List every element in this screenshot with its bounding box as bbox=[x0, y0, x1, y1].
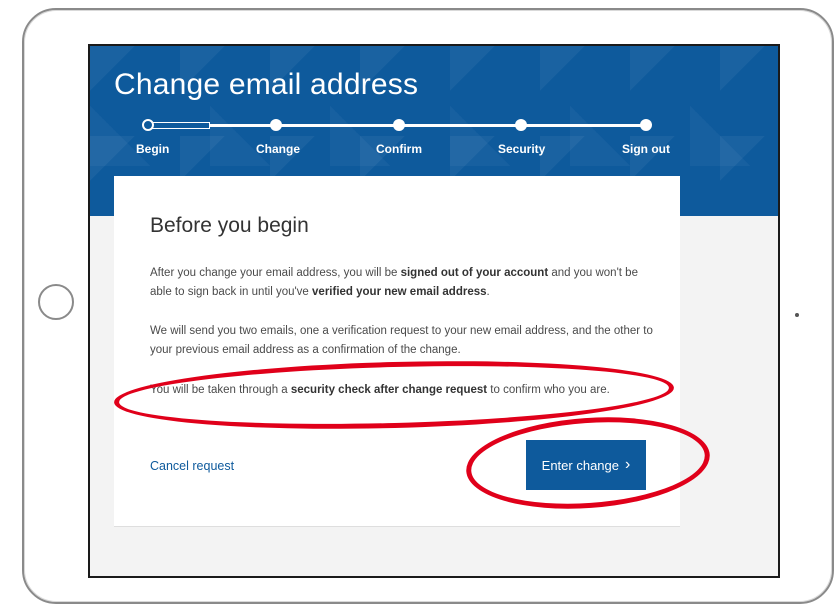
emphasis-verified-email: verified your new email address bbox=[312, 286, 487, 298]
text: . bbox=[486, 286, 490, 298]
home-button[interactable] bbox=[38, 284, 74, 320]
step-dot-change bbox=[270, 119, 282, 131]
paragraph-signout-warning: After you change your email address, you… bbox=[150, 264, 660, 302]
step-dot-begin bbox=[142, 119, 154, 131]
enter-change-label: Enter change bbox=[541, 457, 619, 473]
step-label-confirm: Confirm bbox=[376, 142, 422, 156]
emphasis-signed-out: signed out of your account bbox=[400, 267, 549, 279]
step-label-sign-out: Sign out bbox=[622, 142, 670, 156]
text: You will be taken through a bbox=[150, 384, 291, 396]
step-dot-security bbox=[515, 119, 527, 131]
step-label-begin: Begin bbox=[136, 142, 170, 156]
step-dot-confirm bbox=[393, 119, 405, 131]
enter-change-button[interactable]: Enter change › bbox=[526, 440, 646, 490]
step-label-security: Security bbox=[498, 142, 546, 156]
text: to confirm who you are. bbox=[487, 384, 610, 396]
step-dot-sign-out bbox=[640, 119, 652, 131]
text: After you change your email address, you… bbox=[150, 267, 401, 279]
cancel-request-link[interactable]: Cancel request bbox=[150, 459, 234, 473]
chevron-right-icon: › bbox=[625, 456, 631, 473]
screen: Change email address Begin Change Confir… bbox=[88, 44, 780, 578]
step-label-change: Change bbox=[256, 142, 301, 156]
emphasis-security-check: security check after change request bbox=[290, 384, 488, 396]
camera-dot bbox=[795, 313, 799, 317]
page-title: Change email address bbox=[114, 68, 419, 101]
card-heading: Before you begin bbox=[150, 214, 309, 237]
paragraph-two-emails: We will send you two emails, one a verif… bbox=[150, 325, 653, 356]
progress-current-segment bbox=[148, 122, 210, 129]
info-card: Before you begin After you change your e… bbox=[114, 176, 680, 527]
paragraph-security-check: You will be taken through a security che… bbox=[150, 381, 660, 400]
